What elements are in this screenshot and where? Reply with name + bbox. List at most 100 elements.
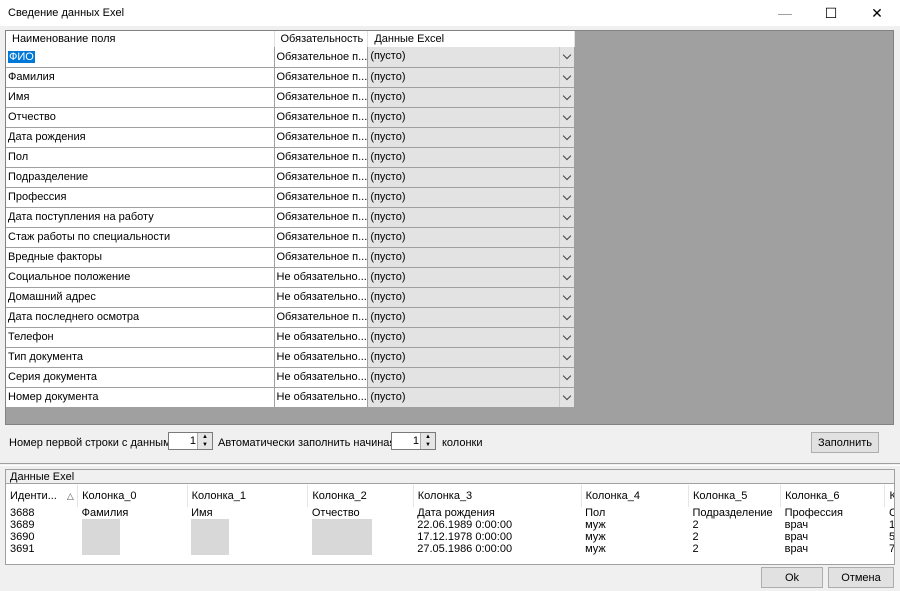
chevron-down-icon[interactable] xyxy=(559,47,574,66)
excel-column-header[interactable]: Колонка_4 xyxy=(581,485,690,507)
excel-column-header[interactable]: Иденти... △ xyxy=(6,485,79,507)
spinner-arrows-icon[interactable]: ▲ ▼ xyxy=(420,433,435,449)
required-cell[interactable]: Обязательное п... xyxy=(274,147,369,168)
chevron-down-icon[interactable] xyxy=(559,67,574,86)
excel-column-combobox[interactable]: (пусто) xyxy=(367,127,576,148)
excel-column-combobox[interactable]: (пусто) xyxy=(367,327,576,348)
chevron-down-icon[interactable] xyxy=(559,87,574,106)
required-cell[interactable]: Обязательное п... xyxy=(274,187,369,208)
field-name-cell[interactable]: Домашний адрес xyxy=(6,287,275,308)
excel-column-combobox[interactable]: (пусто) xyxy=(367,387,576,408)
required-cell[interactable]: Обязательное п... xyxy=(274,227,369,248)
required-cell[interactable]: Обязательное п... xyxy=(274,47,369,68)
field-name-cell[interactable]: Дата последнего осмотра xyxy=(6,307,275,328)
chevron-down-icon[interactable] xyxy=(559,387,574,406)
excel-column-header[interactable]: Колонка_1 xyxy=(187,485,309,507)
field-name-cell[interactable]: Тип документа xyxy=(6,347,275,368)
mapping-row[interactable]: Дата поступления на работу Обязательное п… xyxy=(6,207,576,228)
field-name-cell[interactable]: Отчество xyxy=(6,107,275,128)
chevron-down-icon[interactable] xyxy=(559,267,574,286)
field-name-cell[interactable]: Серия документа xyxy=(6,367,275,388)
mapping-row[interactable]: Социальное положение Не обязательно... (пу… xyxy=(6,267,576,288)
field-name-cell[interactable]: Номер документа xyxy=(6,387,275,408)
mapping-row[interactable]: Дата рождения Обязательное п... (пусто) xyxy=(6,127,576,148)
excel-column-combobox[interactable]: (пусто) xyxy=(367,207,576,228)
chevron-down-icon[interactable] xyxy=(559,127,574,146)
field-name-cell[interactable]: Пол xyxy=(6,147,275,168)
mapping-row[interactable]: Вредные факторы Обязательное п... (пусто) xyxy=(6,247,576,268)
spinner-arrows-icon[interactable]: ▲ ▼ xyxy=(197,433,212,449)
mapping-row[interactable]: Дата последнего осмотра Обязательное п...… xyxy=(6,307,576,328)
field-name-cell[interactable]: Вредные факторы xyxy=(6,247,275,268)
field-name-cell[interactable]: Фамилия xyxy=(6,67,275,88)
maximize-button[interactable]: ☐ xyxy=(808,0,854,26)
field-name-cell[interactable]: Стаж работы по специальности xyxy=(6,227,275,248)
required-cell[interactable]: Не обязательно... xyxy=(274,287,369,308)
excel-column-combobox[interactable]: (пусто) xyxy=(367,247,576,268)
field-name-cell[interactable]: Подразделение xyxy=(6,167,275,188)
chevron-down-icon[interactable] xyxy=(559,107,574,126)
mapping-row[interactable]: Тип документа Не обязательно... (пусто) xyxy=(6,347,576,368)
excel-column-combobox[interactable]: (пусто) xyxy=(367,107,576,128)
field-name-cell[interactable]: Дата поступления на работу xyxy=(6,207,275,228)
chevron-down-icon[interactable] xyxy=(559,287,574,306)
excel-column-combobox[interactable]: (пусто) xyxy=(367,307,576,328)
excel-column-combobox[interactable]: (пусто) xyxy=(367,87,576,108)
field-name-cell[interactable]: Дата рождения xyxy=(6,127,275,148)
minimize-button[interactable]: — xyxy=(762,0,808,26)
excel-column-combobox[interactable]: (пусто) xyxy=(367,147,576,168)
chevron-down-icon[interactable] xyxy=(559,347,574,366)
mapping-row[interactable]: Стаж работы по специальности Обязательное… xyxy=(6,227,576,248)
mapping-row[interactable]: Номер документа Не обязательно... (пусто) xyxy=(6,387,576,408)
chevron-down-icon[interactable] xyxy=(559,307,574,326)
required-cell[interactable]: Обязательное п... xyxy=(274,307,369,328)
column-header-required[interactable]: Обязательность xyxy=(274,31,369,47)
mapping-row[interactable]: Имя Обязательное п... (пусто) xyxy=(6,87,576,108)
auto-fill-value[interactable]: 1 xyxy=(413,435,419,447)
excel-column-combobox[interactable]: (пусто) xyxy=(367,347,576,368)
mapping-row[interactable]: Пол Обязательное п... (пусто) xyxy=(6,147,576,168)
splitter[interactable] xyxy=(0,463,900,466)
excel-column-combobox[interactable]: (пусто) xyxy=(367,287,576,308)
required-cell[interactable]: Обязательное п... xyxy=(274,167,369,188)
chevron-down-icon[interactable] xyxy=(559,367,574,386)
mapping-row[interactable]: Фамилия Обязательное п... (пусто) xyxy=(6,67,576,88)
field-name-cell[interactable]: ФИО xyxy=(6,47,275,68)
field-name-cell[interactable]: Социальное положение xyxy=(6,267,275,288)
mapping-row[interactable]: ФИО Обязательное п... (пусто) xyxy=(6,47,576,68)
field-name-cell[interactable]: Имя xyxy=(6,87,275,108)
close-button[interactable]: ✕ xyxy=(854,0,900,26)
ok-button[interactable]: Ok xyxy=(761,567,823,588)
excel-column-combobox[interactable]: (пусто) xyxy=(367,267,576,288)
mapping-row[interactable]: Подразделение Обязательное п... (пусто) xyxy=(6,167,576,188)
field-name-cell[interactable]: Телефон xyxy=(6,327,275,348)
excel-column-header[interactable]: Колонка_6 xyxy=(780,485,886,507)
first-row-value[interactable]: 1 xyxy=(190,435,196,447)
chevron-down-icon[interactable] xyxy=(559,167,574,186)
column-header-excel-data[interactable]: Данные Excel xyxy=(367,31,576,47)
excel-column-header[interactable]: Колонка_5 xyxy=(688,485,782,507)
excel-column-combobox[interactable]: (пусто) xyxy=(367,187,576,208)
mapping-row[interactable]: Отчество Обязательное п... (пусто) xyxy=(6,107,576,128)
excel-column-combobox[interactable]: (пусто) xyxy=(367,367,576,388)
chevron-down-icon[interactable] xyxy=(559,187,574,206)
column-header-field[interactable]: Наименование поля xyxy=(6,31,275,47)
field-name-cell[interactable]: Профессия xyxy=(6,187,275,208)
required-cell[interactable]: Не обязательно... xyxy=(274,387,369,408)
field-mapping-grid[interactable]: Наименование поля Обязательность Данные … xyxy=(5,30,894,425)
table-row[interactable]: 3688 Фамилия Имя Отчество Дата рождения Пол По… xyxy=(6,507,894,519)
excel-column-combobox[interactable]: (пусто) xyxy=(367,167,576,188)
chevron-down-icon[interactable] xyxy=(559,147,574,166)
required-cell[interactable]: Обязательное п... xyxy=(274,67,369,88)
required-cell[interactable]: Не обязательно... xyxy=(274,327,369,348)
excel-column-header[interactable]: Кс xyxy=(884,485,894,507)
mapping-row[interactable]: Телефон Не обязательно... (пусто) xyxy=(6,327,576,348)
cancel-button[interactable]: Отмена xyxy=(828,567,894,588)
auto-fill-spinner[interactable]: 1 ▲ ▼ xyxy=(391,432,436,450)
required-cell[interactable]: Обязательное п... xyxy=(274,207,369,228)
table-row[interactable]: 3690 17.12.1978 0:00:00 муж 2 врач 5 xyxy=(6,531,894,544)
excel-column-header[interactable]: Колонка_3 xyxy=(413,485,582,507)
required-cell[interactable]: Не обязательно... xyxy=(274,267,369,288)
excel-column-combobox[interactable]: (пусто) xyxy=(367,47,576,68)
chevron-down-icon[interactable] xyxy=(559,327,574,346)
